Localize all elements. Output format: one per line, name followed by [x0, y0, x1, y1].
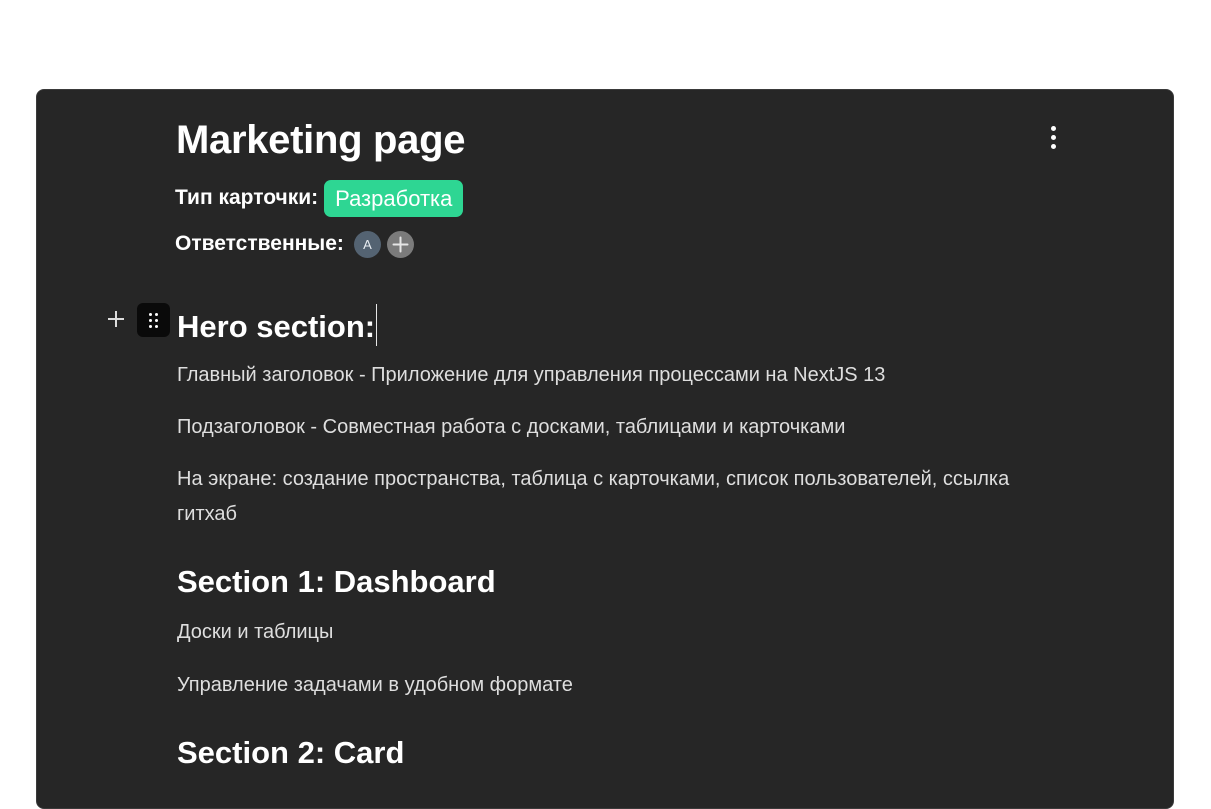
responsible-row: Ответственные: A [175, 228, 414, 260]
card-editor: Marketing page Тип карточки: Разработка … [36, 89, 1174, 809]
card-title[interactable]: Marketing page [176, 116, 466, 164]
card-type-row: Тип карточки: Разработка [175, 179, 464, 217]
plus-icon [108, 311, 124, 327]
card-type-badge[interactable]: Разработка [324, 179, 464, 217]
drag-handle-icon[interactable] [137, 303, 170, 337]
block-paragraph[interactable]: Управление задачами в удобном формате [177, 668, 1037, 703]
block-heading-hero[interactable]: Hero section: [177, 304, 378, 347]
add-responsible-button[interactable] [386, 230, 414, 258]
block-heading-section-1[interactable]: Section 1: Dashboard [177, 562, 496, 602]
plus-icon [392, 236, 409, 252]
block-paragraph[interactable]: Подзаголовок - Совместная работа с доска… [177, 410, 1037, 445]
block-paragraph[interactable]: Главный заголовок - Приложение для управ… [177, 358, 1037, 393]
more-vertical-icon [1050, 125, 1056, 131]
add-block-button[interactable] [105, 308, 127, 330]
block-paragraph[interactable]: Доски и таблицы [177, 615, 1037, 650]
more-options-button[interactable] [1041, 122, 1065, 152]
text-cursor [376, 304, 378, 346]
card-type-label: Тип карточки: [175, 186, 319, 209]
responsible-label: Ответственные: [175, 232, 344, 255]
block-heading-section-2[interactable]: Section 2: Card [177, 733, 404, 773]
block-paragraph[interactable]: На экране: создание пространства, таблиц… [177, 462, 1037, 532]
avatar[interactable]: A [353, 230, 381, 258]
